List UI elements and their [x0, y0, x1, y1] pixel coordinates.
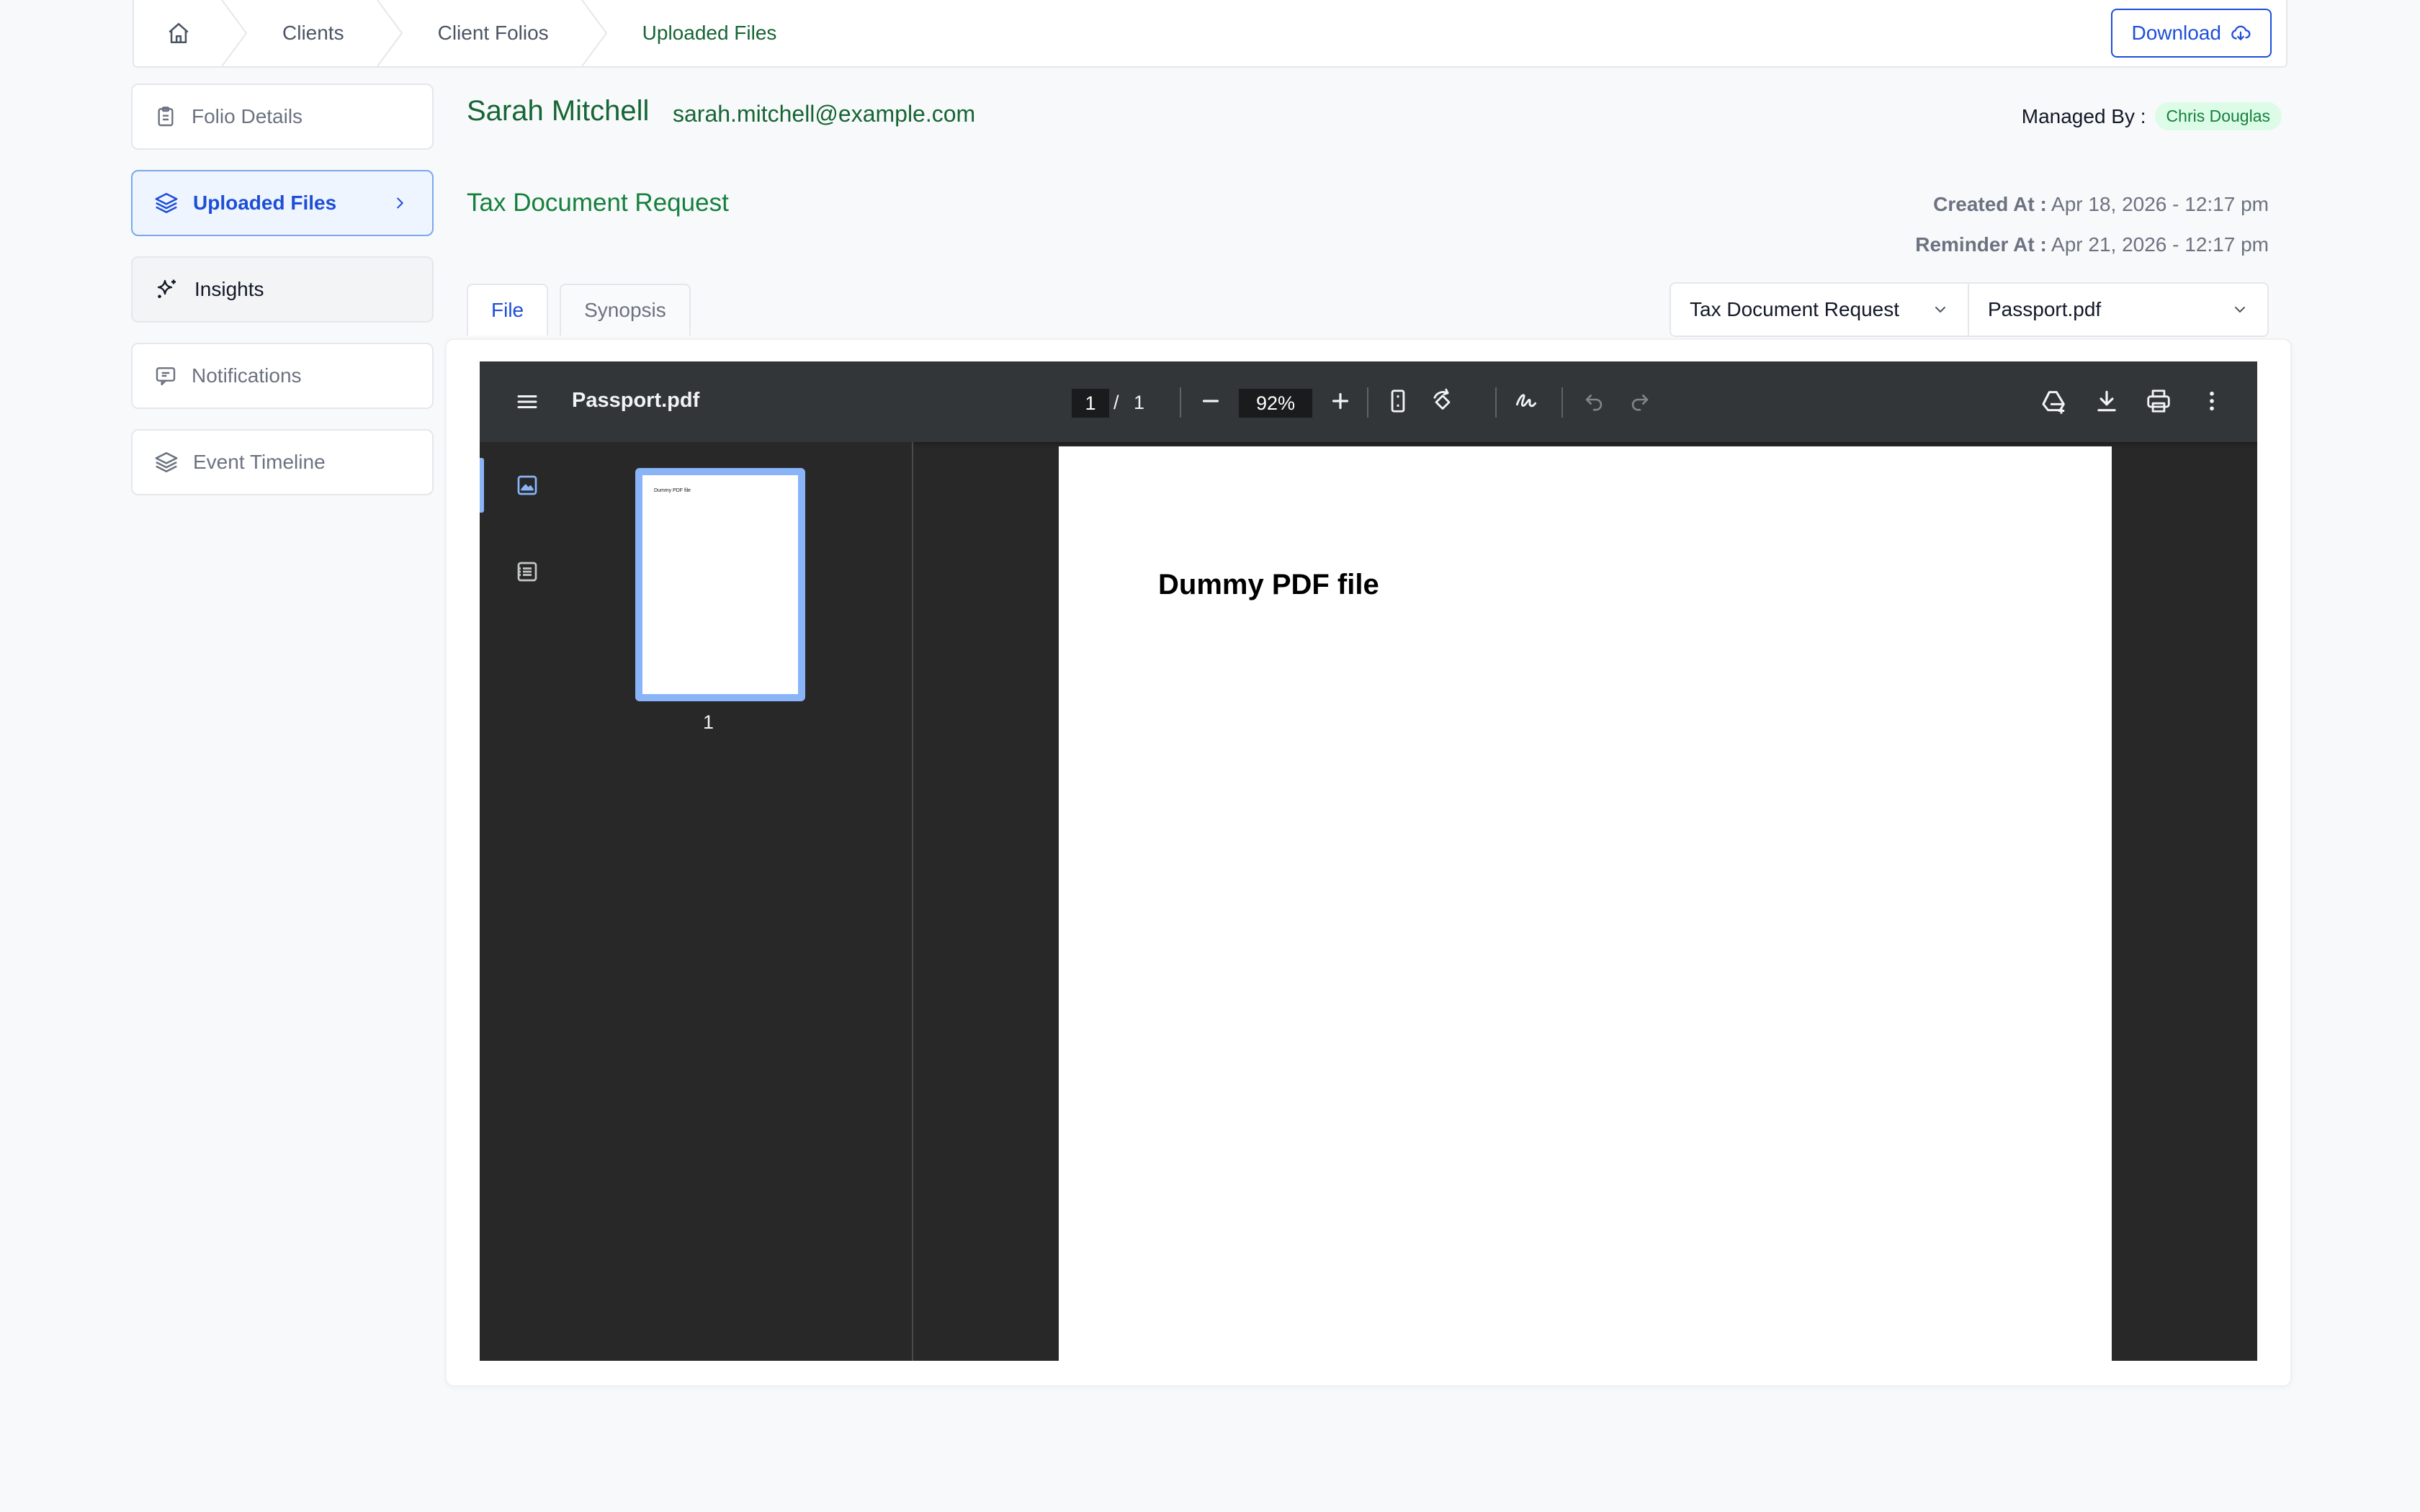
print-icon[interactable] — [2145, 387, 2172, 415]
document-outline-icon[interactable] — [514, 559, 540, 585]
pdf-toolbar: Passport.pdf 1 / 1 92% — [480, 361, 2257, 442]
created-at-label: Created At : — [1933, 193, 2047, 215]
client-email[interactable]: sarah.mitchell@example.com — [673, 101, 975, 127]
thumbnail-page-number: 1 — [703, 711, 714, 733]
toolbar-divider — [1367, 387, 1368, 418]
sidebar-item-label: Insights — [194, 278, 264, 300]
pdf-filename: Passport.pdf — [572, 389, 700, 412]
managed-by-label: Managed By : — [2021, 104, 2146, 127]
breadcrumb-label: Client Folios — [437, 22, 549, 44]
breadcrumb-separator — [581, 0, 607, 66]
redo-icon[interactable] — [1628, 387, 1652, 412]
sidebar-item-event-timeline[interactable]: Event Timeline — [131, 429, 434, 495]
file-select-value: Passport.pdf — [1988, 298, 2102, 320]
tab-file[interactable]: File — [467, 284, 549, 336]
thumbnails-icon[interactable] — [514, 472, 540, 498]
sidebar-item-uploaded-files[interactable]: Uploaded Files — [131, 170, 434, 236]
page-separator: / — [1113, 392, 1119, 413]
breadcrumb-home[interactable] — [134, 0, 248, 66]
breadcrumb: Clients Client Folios Uploaded Files — [134, 0, 811, 66]
more-options-icon[interactable] — [2198, 387, 2226, 415]
breadcrumb-uploaded-files[interactable]: Uploaded Files — [583, 0, 812, 66]
reminder-at: Reminder At : Apr 21, 2026 - 12:17 pm — [1915, 233, 2269, 256]
download-icon[interactable] — [2093, 387, 2120, 415]
file-select[interactable]: Passport.pdf — [1969, 282, 2269, 337]
reminder-at-label: Reminder At : — [1915, 233, 2047, 256]
chevron-down-icon — [1932, 301, 1949, 318]
created-at-value: Apr 18, 2026 - 12:17 pm — [2051, 193, 2269, 215]
clipboard-icon — [154, 105, 177, 128]
chevron-right-icon — [392, 195, 408, 211]
page-thumbnail[interactable]: Dummy PDF file — [635, 468, 805, 701]
chevron-down-icon — [2231, 301, 2249, 318]
draw-icon[interactable] — [1512, 387, 1540, 415]
tab-synopsis[interactable]: Synopsis — [560, 284, 691, 336]
breadcrumb-bar: Clients Client Folios Uploaded Files Dow… — [133, 0, 2287, 68]
download-button[interactable]: Download — [2111, 9, 2272, 58]
sidebar: Folio Details Uploaded Files Insights No… — [131, 84, 434, 516]
home-icon — [166, 21, 191, 45]
breadcrumb-separator — [376, 0, 403, 66]
document-selectors: Tax Document Request Passport.pdf — [1670, 282, 2269, 337]
reminder-at-value: Apr 21, 2026 - 12:17 pm — [2051, 233, 2269, 256]
thumbnail-text: Dummy PDF file — [654, 488, 691, 493]
cloud-download-icon — [2230, 22, 2251, 44]
managed-by: Managed By : Chris Douglas — [2022, 102, 2282, 130]
rotate-icon[interactable] — [1429, 387, 1456, 415]
breadcrumb-separator — [221, 0, 248, 66]
toolbar-divider — [1561, 387, 1563, 418]
pdf-heading: Dummy PDF file — [1158, 569, 1379, 600]
toolbar-divider — [1180, 387, 1181, 418]
message-icon — [154, 364, 177, 387]
page: Clients Client Folios Uploaded Files Dow… — [0, 0, 2420, 1512]
zoom-in-icon[interactable] — [1327, 387, 1354, 415]
pdf-viewer[interactable]: Passport.pdf 1 / 1 92% Dummy PDF file 1 … — [480, 361, 2257, 1361]
sidebar-item-label: Folio Details — [192, 105, 303, 127]
breadcrumb-label: Clients — [282, 22, 344, 44]
sidebar-item-label: Uploaded Files — [193, 192, 337, 214]
zoom-input[interactable]: 92% — [1239, 389, 1312, 418]
fit-page-icon[interactable] — [1384, 387, 1412, 415]
sidebar-item-label: Event Timeline — [193, 451, 326, 473]
tabs: File Synopsis — [467, 284, 691, 336]
layers-icon — [154, 191, 179, 215]
page-number-input[interactable]: 1 — [1072, 389, 1109, 418]
layers-icon — [154, 450, 179, 474]
pdf-page: Dummy PDF file — [1059, 446, 2112, 1361]
thumbnail-sidebar: Dummy PDF file 1 — [480, 442, 913, 1361]
sidebar-item-label: Notifications — [192, 364, 302, 387]
page-total: 1 — [1134, 392, 1145, 413]
sidebar-item-folio-details[interactable]: Folio Details — [131, 84, 434, 150]
manager-badge: Chris Douglas — [2154, 102, 2282, 130]
client-name: Sarah Mitchell — [467, 95, 650, 127]
thumbnail-view-indicator — [480, 458, 484, 513]
sparkle-icon — [154, 276, 180, 302]
save-to-drive-icon[interactable] — [2040, 387, 2069, 416]
menu-icon[interactable] — [514, 389, 540, 415]
created-at: Created At : Apr 18, 2026 - 12:17 pm — [1933, 193, 2269, 216]
download-label: Download — [2131, 22, 2221, 44]
undo-icon[interactable] — [1582, 387, 1606, 412]
breadcrumb-client-folios[interactable]: Client Folios — [379, 0, 607, 66]
sidebar-item-notifications[interactable]: Notifications — [131, 343, 434, 409]
request-title: Tax Document Request — [467, 189, 729, 217]
toolbar-divider — [1495, 387, 1497, 418]
request-select-value: Tax Document Request — [1690, 298, 1900, 320]
zoom-out-icon[interactable] — [1197, 387, 1224, 415]
breadcrumb-label: Uploaded Files — [642, 22, 777, 44]
sidebar-item-insights[interactable]: Insights — [131, 256, 434, 323]
request-select[interactable]: Tax Document Request — [1670, 282, 1969, 337]
